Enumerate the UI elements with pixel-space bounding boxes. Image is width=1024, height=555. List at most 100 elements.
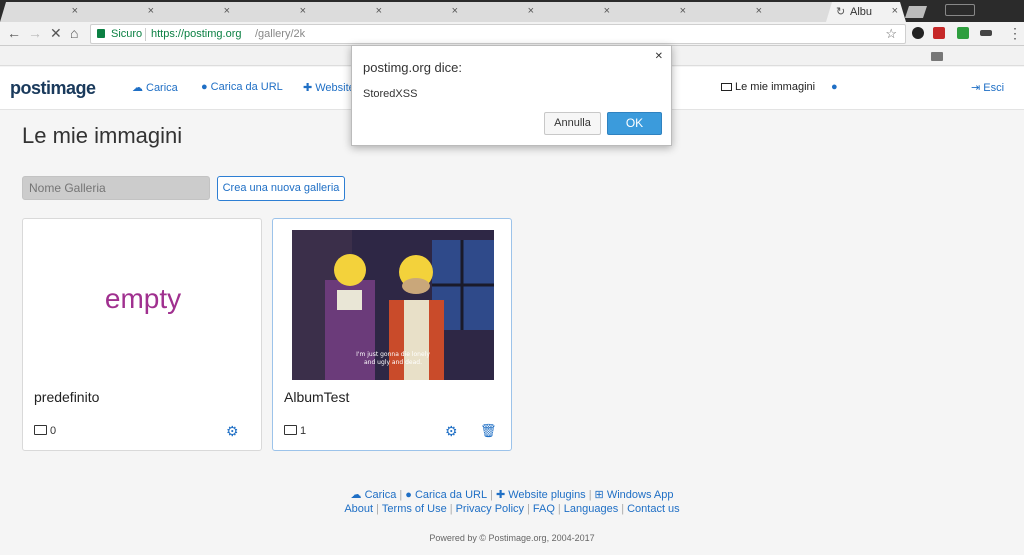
footer-languages[interactable]: Languages xyxy=(564,503,618,515)
cloud-upload-icon: ☁ xyxy=(132,82,143,94)
close-tab-icon[interactable]: × xyxy=(148,5,154,17)
gear-icon[interactable]: ⚙ xyxy=(226,423,239,440)
footer-separator: | xyxy=(527,503,530,515)
dialog-title: postimg.org dice: xyxy=(363,60,462,75)
footer-plugins[interactable]: ✚ Website plugins xyxy=(496,489,586,501)
logout-icon: ⇥ xyxy=(971,82,981,94)
footer-terms[interactable]: Terms of Use xyxy=(382,503,447,515)
browser-tab[interactable]: × xyxy=(532,2,620,22)
minimize-button[interactable] xyxy=(945,4,975,16)
footer-separator: | xyxy=(588,489,592,501)
browser-tab[interactable]: × xyxy=(304,2,392,22)
browser-tab[interactable]: × xyxy=(380,2,468,22)
image-icon xyxy=(34,425,47,435)
browser-tab[interactable]: × xyxy=(684,2,772,22)
secure-label: Sicuro xyxy=(111,28,143,40)
browser-tab[interactable]: × xyxy=(0,2,88,22)
dialog-message: StoredXSS xyxy=(363,88,418,100)
footer-upload-url[interactable]: ● Carica da URL xyxy=(405,489,487,501)
gear-icon[interactable]: ⚙ xyxy=(445,423,458,440)
footer-windows-app-label: Windows App xyxy=(606,489,674,501)
close-tab-icon[interactable]: × xyxy=(452,5,458,17)
close-tab-icon[interactable]: × xyxy=(376,5,382,17)
browser-tab[interactable]: × xyxy=(228,2,316,22)
footer-faq[interactable]: FAQ xyxy=(533,503,555,515)
cancel-button[interactable]: Annulla xyxy=(544,112,601,135)
puzzle-icon: ✚ xyxy=(303,82,313,94)
footer-links-primary: ☁ Carica | ● Carica da URL | ✚ Website plugi… xyxy=(0,488,1024,501)
site-logo[interactable]: postimage xyxy=(10,78,96,99)
close-icon[interactable]: ✕ xyxy=(655,51,663,62)
cloud-upload-icon: ☁ xyxy=(350,489,362,501)
close-tab-icon[interactable]: × xyxy=(528,5,534,17)
browser-menu-icon[interactable]: ⋮ xyxy=(1008,25,1022,42)
gallery-name[interactable]: predefinito xyxy=(34,389,99,405)
thumbnail-caption-1: I'm just gonna die lonely xyxy=(356,351,430,358)
back-icon[interactable]: ← xyxy=(7,25,21,41)
footer-upload[interactable]: ☁ Carica xyxy=(351,489,397,501)
image-icon xyxy=(284,425,297,435)
active-tab-title: Albu xyxy=(850,6,873,18)
nav-upload[interactable]: ☁ Carica xyxy=(132,81,178,94)
trash-icon[interactable]: 🗑 xyxy=(480,423,497,439)
address-bar[interactable]: Sicuro https://postimg.org /gallery/2k ☆ xyxy=(90,24,906,44)
stop-icon[interactable]: ✕ xyxy=(50,25,62,42)
nav-upload-url[interactable]: ● Carica da URL xyxy=(201,81,283,93)
url-path: /gallery/2k xyxy=(255,28,306,40)
thumbnail-caption-2: and ugly and dead. xyxy=(364,359,422,366)
bookmark-star-icon[interactable]: ☆ xyxy=(885,26,897,42)
extension-icon[interactable] xyxy=(912,27,924,39)
nav-website-label: Website xyxy=(315,82,355,94)
extension-glasses-icon[interactable] xyxy=(980,30,992,36)
gallery-name[interactable]: AlbumTest xyxy=(284,389,349,405)
ublock-icon[interactable] xyxy=(933,27,945,39)
empty-thumbnail: empty xyxy=(104,283,182,314)
footer-privacy[interactable]: Privacy Policy xyxy=(456,503,524,515)
folder-icon[interactable] xyxy=(931,52,943,61)
puzzle-icon: ✚ xyxy=(495,489,506,501)
nav-logout[interactable]: ⇥ Esci xyxy=(971,81,1004,94)
close-tab-icon[interactable]: × xyxy=(892,5,898,17)
close-tab-icon[interactable]: × xyxy=(680,5,686,17)
footer-links-secondary: About | Terms of Use | Privacy Policy | FAQ | La… xyxy=(0,503,1024,515)
create-gallery-button[interactable]: Crea una nuova galleria xyxy=(217,176,345,201)
browser-tab-active[interactable]: ↻ Albu × xyxy=(826,2,906,22)
footer-about[interactable]: About xyxy=(344,503,373,515)
ok-button[interactable]: OK xyxy=(607,112,662,135)
nav-my-images[interactable]: Le mie immagini xyxy=(721,81,815,93)
gallery-thumbnail[interactable]: I'm just gonna die lonely and ugly and d… xyxy=(292,230,494,380)
gallery-card[interactable]: empty predefinito 0 ⚙ xyxy=(22,218,262,451)
browser-tab[interactable]: × xyxy=(76,2,164,22)
home-icon[interactable]: ⌂ xyxy=(70,25,78,41)
browser-tab[interactable]: × xyxy=(456,2,544,22)
footer-windows-app[interactable]: ⊞ Windows App xyxy=(595,489,674,501)
thumbnail-image: I'm just gonna die lonely and ugly and d… xyxy=(292,230,494,380)
nav-my-images-label: Le mie immagini xyxy=(735,81,816,93)
image-icon xyxy=(721,83,732,91)
browser-tab[interactable]: × xyxy=(608,2,696,22)
nav-website[interactable]: ✚ Website xyxy=(303,81,355,94)
user-icon[interactable]: ● xyxy=(831,81,838,93)
new-tab-button[interactable] xyxy=(905,6,927,18)
browser-tab[interactable]: × xyxy=(152,2,240,22)
close-tab-icon[interactable]: × xyxy=(756,5,762,17)
gallery-card[interactable]: I'm just gonna die lonely and ugly and d… xyxy=(272,218,512,451)
lock-icon xyxy=(97,29,105,38)
close-tab-icon[interactable]: × xyxy=(604,5,610,17)
footer-upload-label: Carica xyxy=(364,489,397,501)
image-count-value: 1 xyxy=(300,425,307,437)
gallery-name-input[interactable] xyxy=(22,176,210,200)
image-count-value: 0 xyxy=(50,425,57,437)
globe-icon: ● xyxy=(201,81,208,93)
url-host: https://postimg.org xyxy=(151,28,242,40)
nav-upload-label: Carica xyxy=(146,82,178,94)
close-tab-icon[interactable]: × xyxy=(72,5,78,17)
close-tab-icon[interactable]: × xyxy=(224,5,230,17)
browser-tab-strip: × × × × × × × × × × × ↻ Albu × xyxy=(0,0,1024,22)
close-tab-icon[interactable]: × xyxy=(300,5,306,17)
extension-green-icon[interactable] xyxy=(957,27,969,39)
nav-upload-url-label: Carica da URL xyxy=(210,81,283,93)
globe-icon: ● xyxy=(405,489,412,501)
footer-contact[interactable]: Contact us xyxy=(627,503,680,515)
forward-icon[interactable]: → xyxy=(28,25,42,41)
